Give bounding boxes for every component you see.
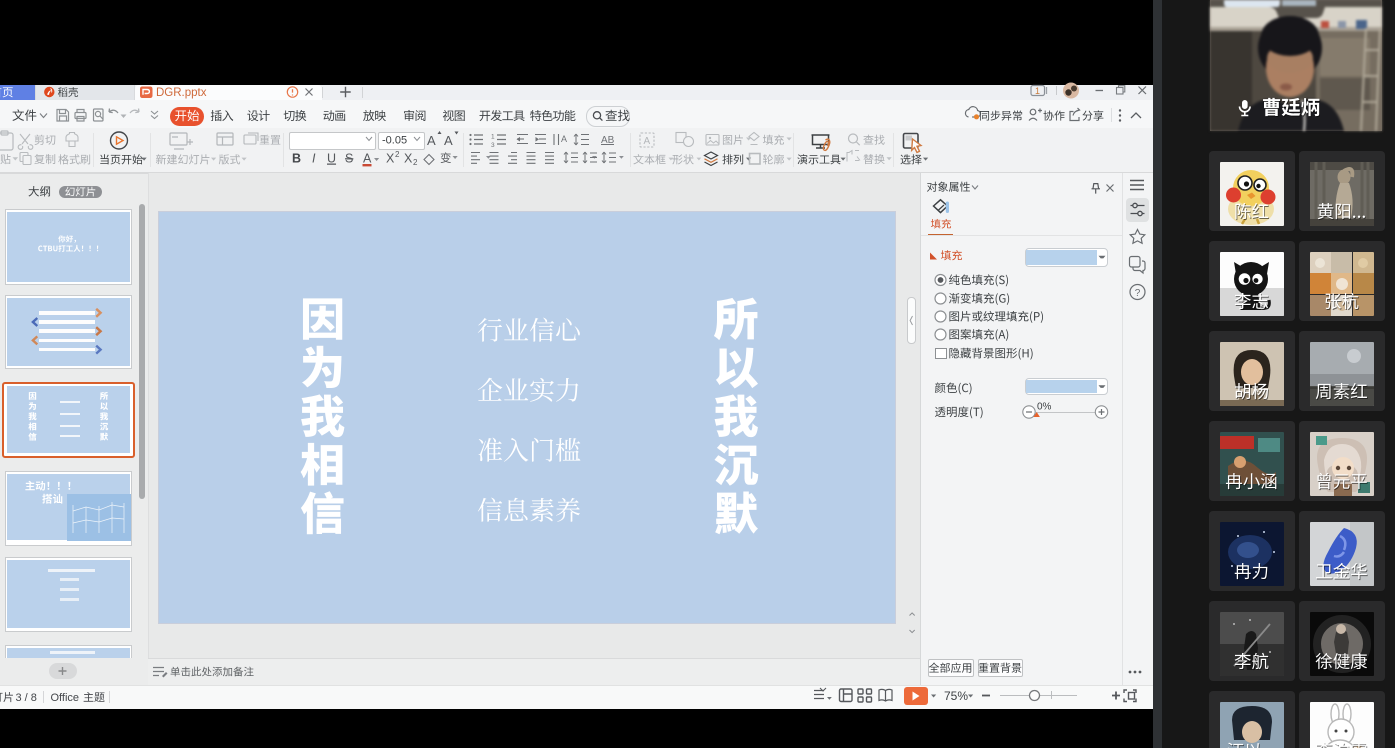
- svg-text:3: 3: [491, 142, 495, 149]
- svg-text:A: A: [644, 136, 651, 147]
- svg-text:-0.05: -0.05: [382, 135, 407, 147]
- svg-text:1: 1: [491, 134, 495, 141]
- svg-text:DGR.pptx: DGR.pptx: [156, 87, 207, 99]
- svg-text:2: 2: [413, 158, 418, 167]
- svg-text:A: A: [427, 133, 436, 148]
- svg-text:2: 2: [395, 150, 400, 159]
- svg-text:X: X: [404, 152, 413, 166]
- svg-text:75%: 75%: [944, 689, 968, 703]
- svg-text:A: A: [444, 133, 453, 148]
- svg-text:I: I: [312, 152, 316, 166]
- svg-text:3 / 8: 3 / 8: [16, 692, 37, 704]
- svg-text:1: 1: [1035, 86, 1040, 96]
- svg-text:Office: Office: [51, 692, 80, 704]
- svg-text:0%: 0%: [1037, 402, 1052, 413]
- svg-text:A: A: [561, 134, 567, 144]
- svg-text:B: B: [292, 152, 301, 166]
- svg-text:X: X: [386, 152, 395, 166]
- svg-text:S: S: [345, 152, 353, 166]
- svg-text:?: ?: [1135, 288, 1141, 299]
- svg-text:A: A: [363, 152, 372, 166]
- svg-text:U: U: [327, 152, 336, 166]
